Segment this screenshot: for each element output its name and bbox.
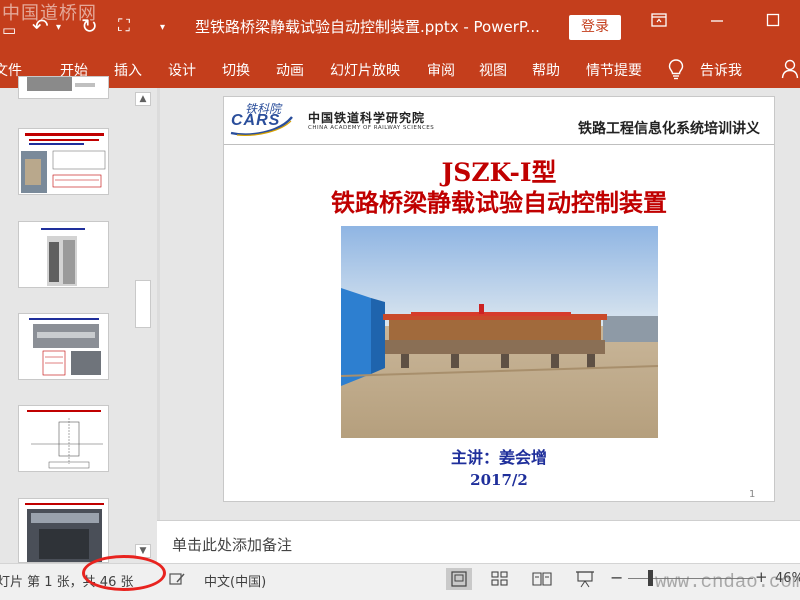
- slide-thumbnail[interactable]: [18, 313, 109, 380]
- minimize-button[interactable]: [702, 12, 732, 40]
- current-slide[interactable]: 铁科院 CARS 中国铁道科学研究院 CHINA ACADEMY OF RAIL…: [223, 96, 775, 502]
- powerpoint-window: 中国道桥网 ▭ ↶ ▾ ↻ ⛶ ▾ 型铁路桥梁静载试验自动控制装置.pptx -…: [0, 0, 800, 600]
- presentation-date[interactable]: 2017/2: [224, 471, 774, 489]
- bridge-test-photo[interactable]: [341, 226, 658, 438]
- ribbon-tabs: 文件 开始 插入 设计 切换 动画 幻灯片放映 审阅 视图 帮助 情节提要 告诉…: [0, 50, 800, 88]
- lightbulb-icon[interactable]: [667, 58, 685, 80]
- slide-title-device[interactable]: 铁路桥梁静载试验自动控制装置: [224, 183, 774, 218]
- customize-qat-icon[interactable]: ▾: [160, 16, 165, 40]
- zoom-slider-knob[interactable]: [648, 570, 653, 586]
- maximize-button[interactable]: [758, 12, 788, 40]
- bridge-test-image: [341, 226, 658, 438]
- presenter-name[interactable]: 主讲：姜会增: [224, 444, 774, 468]
- tab-animations[interactable]: 动画: [276, 60, 304, 80]
- annotation-highlight-circle: [82, 555, 166, 591]
- slide-thumbnail[interactable]: [18, 498, 109, 563]
- undo-dropdown-icon[interactable]: ▾: [56, 16, 61, 40]
- notes-pane[interactable]: 单击此处添加备注: [157, 520, 800, 563]
- slide-page-number: 1: [749, 489, 756, 500]
- thumbnail-scrollbar[interactable]: ▲ ▼: [133, 92, 153, 558]
- title-bar: 中国道桥网 ▭ ↶ ▾ ↻ ⛶ ▾ 型铁路桥梁静载试验自动控制装置.pptx -…: [0, 0, 800, 50]
- notes-placeholder[interactable]: 单击此处添加备注: [172, 534, 292, 555]
- minimize-icon: [711, 20, 723, 22]
- login-button[interactable]: 登录: [569, 15, 621, 40]
- slideshow-icon: [576, 571, 594, 588]
- series-title: 铁路工程信息化系统培训讲义: [578, 121, 760, 137]
- slide-sorter-icon: [491, 571, 508, 586]
- present-from-start-icon[interactable]: ⛶: [118, 14, 130, 38]
- slide-thumbnail[interactable]: [18, 128, 109, 195]
- undo-icon[interactable]: ↶: [32, 14, 49, 38]
- tab-review[interactable]: 审阅: [427, 60, 455, 80]
- share-person-icon[interactable]: [781, 58, 799, 80]
- watermark-url: www.cndao.com: [655, 571, 800, 593]
- ribbon-display-options-button[interactable]: [644, 12, 674, 40]
- language-indicator[interactable]: 中文(中国): [204, 571, 266, 590]
- maximize-icon: [766, 13, 780, 27]
- tab-slideshow[interactable]: 幻灯片放映: [330, 60, 400, 80]
- document-title: 型铁路桥梁静载试验自动控制装置.pptx - PowerP...: [195, 18, 540, 36]
- spell-check-icon[interactable]: [168, 570, 186, 588]
- cars-logo-text: CARS: [231, 112, 281, 129]
- slideshow-button[interactable]: [572, 568, 598, 590]
- tab-transitions[interactable]: 切换: [222, 60, 250, 80]
- slide-thumbnail-pane: ▲ ▼: [0, 76, 157, 563]
- tab-insert[interactable]: 插入: [114, 60, 142, 80]
- scroll-up-icon[interactable]: ▲: [135, 92, 151, 106]
- tell-me-search[interactable]: 告诉我: [700, 60, 742, 80]
- repeat-icon[interactable]: ↻: [81, 14, 98, 38]
- slide-header: 铁科院 CARS 中国铁道科学研究院 CHINA ACADEMY OF RAIL…: [224, 97, 774, 145]
- reading-view-icon: [532, 572, 552, 586]
- save-icon[interactable]: ▭: [2, 18, 16, 42]
- zoom-out-button[interactable]: −: [610, 568, 623, 587]
- tab-storyboarding[interactable]: 情节提要: [586, 60, 642, 80]
- slide-editing-area: 铁科院 CARS 中国铁道科学研究院 CHINA ACADEMY OF RAIL…: [160, 88, 800, 520]
- slide-thumbnail[interactable]: [18, 221, 109, 288]
- tab-design[interactable]: 设计: [168, 60, 196, 80]
- slide-thumbnail[interactable]: [18, 405, 109, 472]
- organization-name-cn: 中国铁道科学研究院: [308, 111, 426, 125]
- tab-view[interactable]: 视图: [479, 60, 507, 80]
- scrollbar-thumb[interactable]: [135, 280, 151, 328]
- tab-help[interactable]: 帮助: [532, 60, 560, 80]
- reading-view-button[interactable]: [529, 568, 555, 590]
- organization-name-en: CHINA ACADEMY OF RAILWAY SCIENCES: [308, 125, 435, 131]
- ribbon-display-icon: [651, 13, 667, 27]
- normal-view-icon: [451, 571, 467, 587]
- slide-thumbnail[interactable]: [18, 76, 109, 99]
- slide-sorter-button[interactable]: [487, 568, 513, 590]
- normal-view-button[interactable]: [446, 568, 472, 590]
